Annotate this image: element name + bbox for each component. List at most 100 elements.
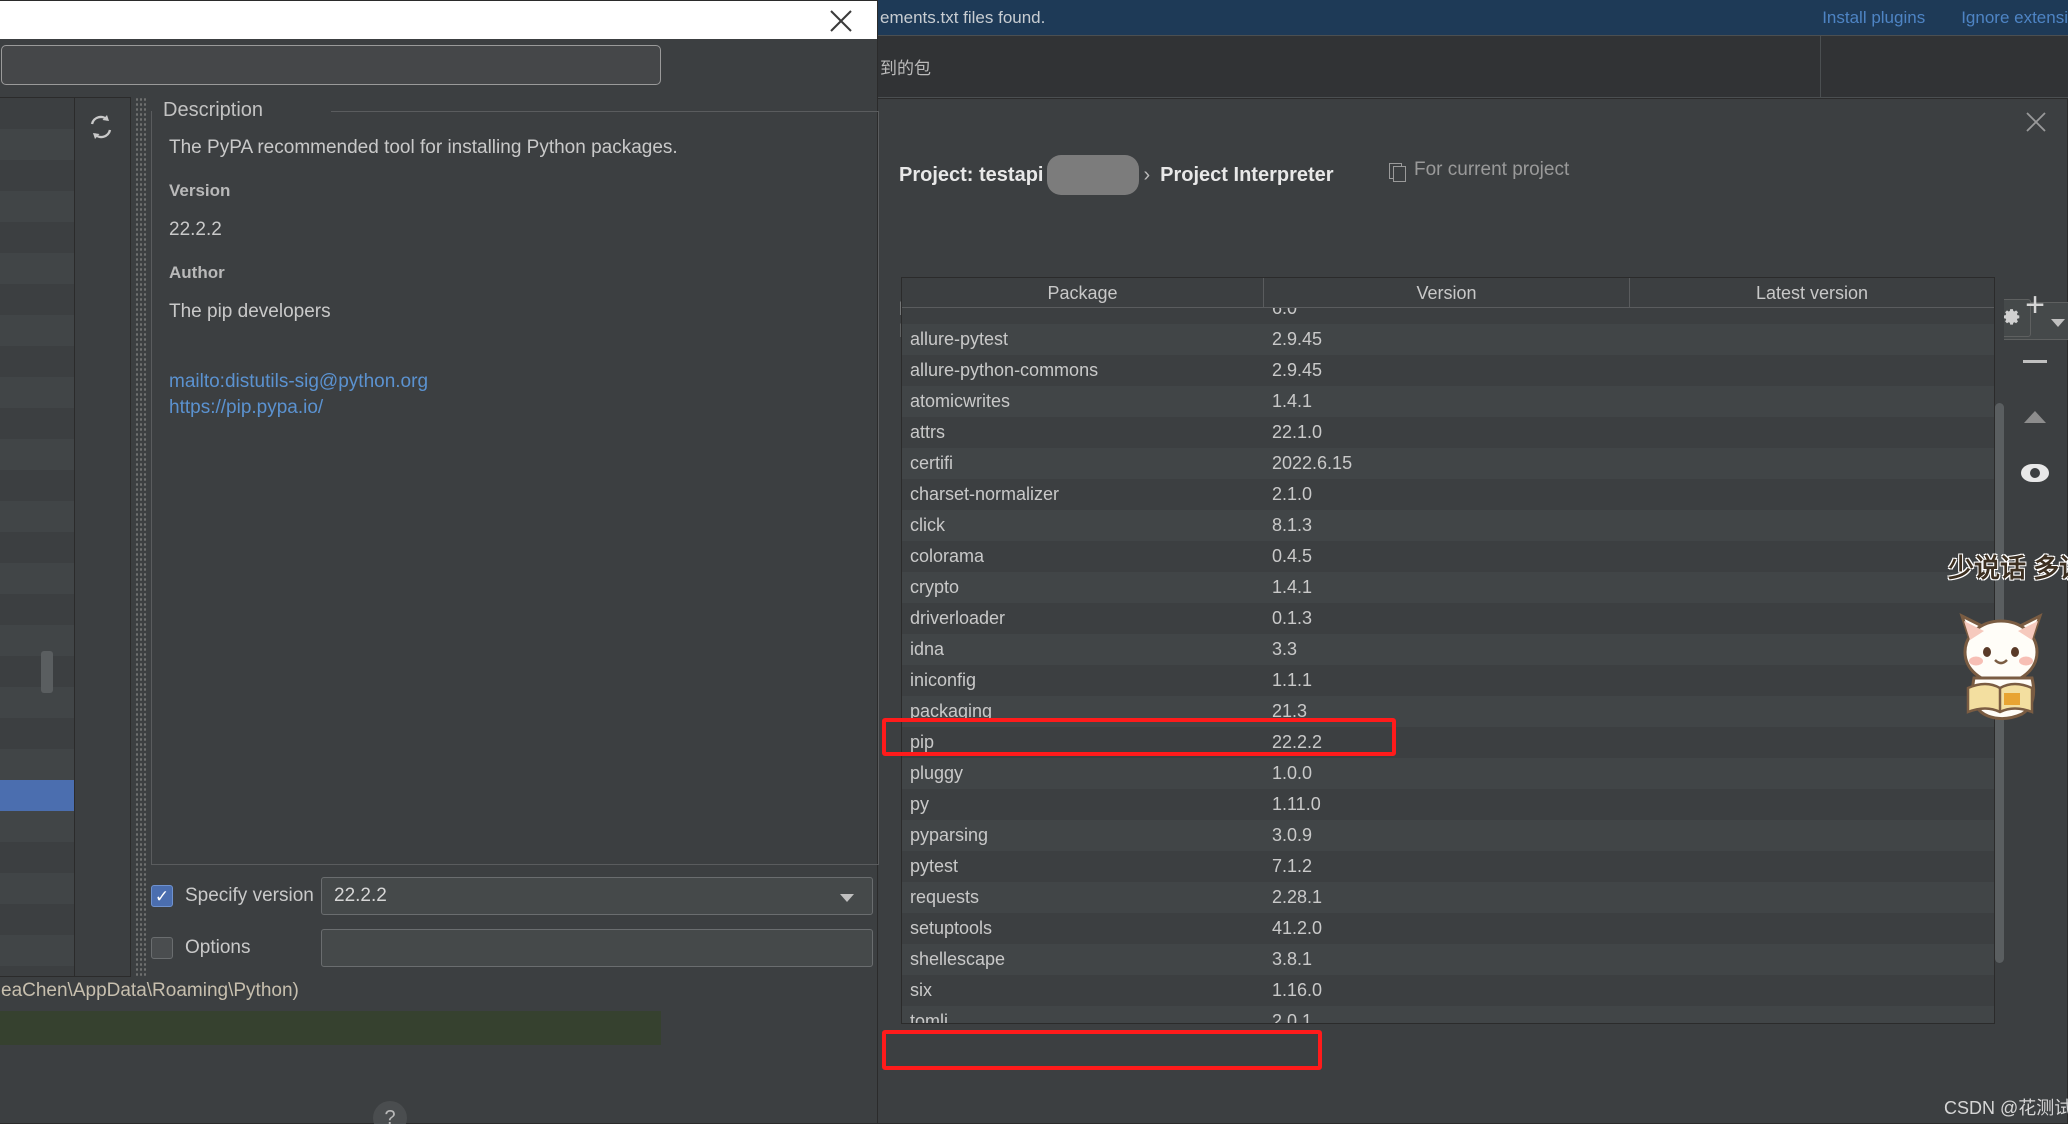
table-header: Package Version Latest version — [902, 278, 1994, 308]
scrollbar-thumb[interactable] — [41, 651, 53, 693]
show-early-releases-button[interactable] — [2002, 445, 2068, 501]
options-input[interactable] — [321, 929, 873, 967]
list-item[interactable] — [0, 470, 74, 501]
redaction-block — [1047, 155, 1140, 195]
help-button[interactable]: ? — [373, 1101, 407, 1124]
list-item[interactable] — [0, 935, 74, 966]
installed-packages-table[interactable]: Package Version Latest version PyYAML6.0… — [901, 277, 1995, 1024]
cell-package: allure-pytest — [910, 329, 1009, 349]
list-item[interactable] — [0, 656, 74, 687]
list-item[interactable] — [0, 284, 74, 315]
list-item[interactable] — [0, 408, 74, 439]
table-row[interactable]: charset-normalizer 2.1.0 — [902, 479, 1994, 510]
install-plugins-link[interactable]: Install plugins — [1822, 8, 1925, 28]
table-row[interactable]: six 1.16.0 — [902, 975, 1994, 1006]
cell-version: 3.8.1 — [1272, 949, 1313, 969]
list-item[interactable] — [0, 811, 74, 842]
table-row[interactable]: driverloader 0.1.3 — [902, 603, 1994, 634]
list-item[interactable] — [0, 160, 74, 191]
list-item[interactable] — [0, 532, 74, 563]
mailto-link[interactable]: mailto:distutils-sig@python.org — [169, 369, 859, 395]
available-packages-list[interactable] — [0, 97, 75, 977]
list-item[interactable] — [0, 439, 74, 470]
table-row[interactable]: allure-python-commons 2.9.45 — [902, 355, 1994, 386]
notification-banner: ements.txt files found. Install plugins … — [876, 0, 2068, 36]
notification-subrow: 到的包 — [876, 36, 2068, 98]
description-group: Description The PyPA recommended tool fo… — [151, 99, 879, 865]
table-row[interactable]: tomli 2.0.1 — [902, 1006, 1994, 1023]
list-item[interactable] — [0, 222, 74, 253]
ignore-extension-link[interactable]: Ignore extensi — [1961, 8, 2068, 28]
list-item[interactable] — [0, 563, 74, 594]
list-item[interactable] — [0, 749, 74, 780]
list-item[interactable] — [0, 346, 74, 377]
list-item[interactable] — [0, 718, 74, 749]
cell-version: 3.0.9 — [1272, 825, 1313, 845]
table-row[interactable]: setuptools 41.2.0 — [902, 913, 1994, 944]
table-row[interactable]: shellescape 3.8.1 — [902, 944, 1994, 975]
specify-version-checkbox[interactable]: ✓ — [151, 885, 173, 907]
table-row[interactable]: pluggy 1.0.0 — [902, 758, 1994, 789]
cell-package: pluggy — [910, 763, 964, 783]
csdn-watermark: CSDN @花测试 — [1944, 1098, 2068, 1118]
table-row[interactable]: idna 3.3 — [902, 634, 1994, 665]
notification-sub-message: 到的包 — [880, 59, 931, 78]
column-header-version[interactable]: Version — [1264, 278, 1630, 307]
annotation-box-pip-row — [882, 718, 1396, 756]
table-row[interactable]: allure-pytest 2.9.45 — [902, 324, 1994, 355]
cell-package: atomicwrites — [910, 391, 1011, 411]
chevron-down-icon[interactable] — [840, 894, 854, 902]
description-body: The PyPA recommended tool for installing… — [169, 137, 859, 420]
table-row[interactable]: attrs 22.1.0 — [902, 417, 1994, 448]
list-item[interactable] — [0, 501, 74, 532]
breadcrumb: Project: testapi › Project Interpreter — [899, 155, 1334, 195]
cell-version: 2.1.0 — [1272, 484, 1313, 504]
list-item[interactable] — [0, 98, 74, 129]
cell-package: attrs — [910, 422, 946, 442]
table-row[interactable]: pytest 7.1.2 — [902, 851, 1994, 882]
options-label: Options — [185, 937, 251, 958]
close-icon[interactable] — [827, 7, 855, 35]
column-header-latest-version[interactable]: Latest version — [1630, 278, 1994, 307]
table-row[interactable]: certifi 2022.6.15 — [902, 448, 1994, 479]
cell-version: 22.1.0 — [1272, 422, 1323, 442]
cell-package: colorama — [910, 546, 985, 566]
list-item[interactable] — [0, 253, 74, 284]
cell-package: certifi — [910, 453, 954, 473]
list-item[interactable] — [0, 625, 74, 656]
close-icon[interactable] — [2023, 109, 2049, 135]
refresh-icon[interactable] — [86, 112, 116, 142]
list-item[interactable] — [0, 904, 74, 935]
table-row[interactable]: requests 2.28.1 — [902, 882, 1994, 913]
upgrade-arrow-icon — [2024, 411, 2046, 423]
table-row[interactable]: py 1.11.0 — [902, 789, 1994, 820]
column-header-package[interactable]: Package — [902, 278, 1264, 307]
list-item[interactable] — [0, 315, 74, 346]
list-item[interactable] — [0, 842, 74, 873]
list-item[interactable] — [0, 377, 74, 408]
available-list-scrollbar[interactable] — [41, 97, 53, 977]
options-checkbox[interactable] — [151, 937, 173, 959]
remove-package-button[interactable] — [2002, 333, 2068, 389]
search-input[interactable] — [1, 45, 661, 85]
table-row[interactable]: atomicwrites 1.4.1 — [902, 386, 1994, 417]
list-item[interactable] — [0, 780, 74, 811]
homepage-link[interactable]: https://pip.pypa.io/ — [169, 395, 859, 421]
list-item[interactable] — [0, 129, 74, 160]
table-row[interactable]: iniconfig 1.1.1 — [902, 665, 1994, 696]
table-row[interactable]: colorama 0.4.5 — [902, 541, 1994, 572]
table-row[interactable]: PyYAML6.0 — [902, 308, 1994, 324]
list-item[interactable] — [0, 873, 74, 904]
table-row[interactable]: pyparsing 3.0.9 — [902, 820, 1994, 851]
version-combobox[interactable]: 22.2.2 — [321, 877, 873, 915]
list-item[interactable] — [0, 594, 74, 625]
splitter-handle[interactable] — [135, 97, 147, 977]
cell-package: click — [910, 515, 945, 535]
sticker-text: 少说话 多读 — [1948, 553, 2068, 583]
add-package-button[interactable]: + — [2002, 277, 2068, 333]
list-item[interactable] — [0, 191, 74, 222]
upgrade-package-button[interactable] — [2002, 389, 2068, 445]
table-row[interactable]: click 8.1.3 — [902, 510, 1994, 541]
list-item[interactable] — [0, 687, 74, 718]
table-row[interactable]: crypto 1.4.1 — [902, 572, 1994, 603]
